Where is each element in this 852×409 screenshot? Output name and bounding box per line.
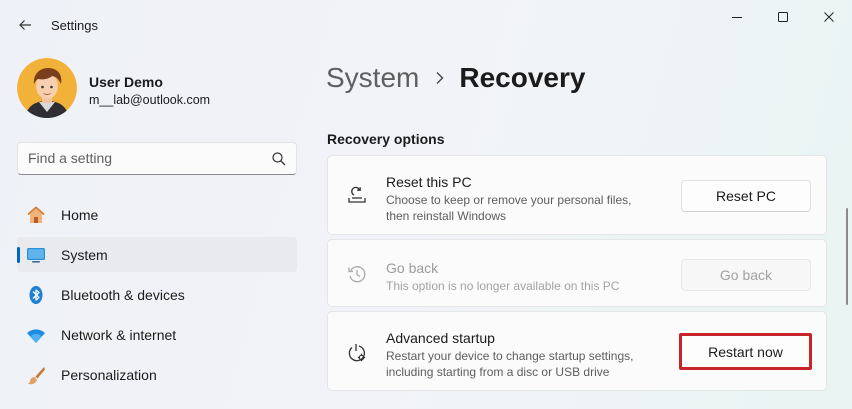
minimize-button[interactable] <box>714 0 760 34</box>
sidebar-item-label: Home <box>61 207 99 223</box>
back-arrow-icon <box>19 20 31 30</box>
restart-now-button[interactable]: Restart now <box>679 333 812 370</box>
sidebar-item-network[interactable]: Network & internet <box>17 317 297 352</box>
sidebar-item-personalization[interactable]: Personalization <box>17 357 297 392</box>
search-box[interactable] <box>17 142 297 175</box>
app-title: Settings <box>51 18 98 33</box>
advanced-startup-card: Advanced startup Restart your device to … <box>327 311 827 391</box>
breadcrumb: System Recovery <box>326 58 585 98</box>
sidebar-item-home[interactable]: Home <box>17 197 297 232</box>
bluetooth-icon <box>25 284 47 306</box>
sidebar-item-system[interactable]: System <box>17 237 297 272</box>
section-title: Recovery options <box>327 131 445 147</box>
back-button[interactable] <box>12 12 38 38</box>
reset-pc-button[interactable]: Reset PC <box>681 180 811 212</box>
search-input[interactable] <box>28 150 258 166</box>
user-avatar-icon <box>17 58 77 118</box>
breadcrumb-parent[interactable]: System <box>326 62 419 94</box>
option-description: This option is no longer available on th… <box>386 279 620 293</box>
scrollbar[interactable] <box>846 208 848 305</box>
advanced-startup-icon <box>344 340 370 366</box>
sidebar-item-bluetooth[interactable]: Bluetooth & devices <box>17 277 297 312</box>
option-title: Go back <box>386 260 439 276</box>
option-title: Advanced startup <box>386 330 495 346</box>
sidebar-item-label: Network & internet <box>61 327 177 343</box>
system-icon <box>25 244 47 266</box>
title-bar: Settings <box>0 0 852 48</box>
option-title: Reset this PC <box>386 174 472 190</box>
history-icon <box>344 261 370 287</box>
sidebar-item-label: Bluetooth & devices <box>61 287 185 303</box>
reset-pc-card: Reset this PC Choose to keep or remove y… <box>327 155 827 235</box>
search-icon[interactable] <box>271 151 287 167</box>
settings-window: Settings User Demo m__lab@outlook.com Fi… <box>0 0 852 409</box>
user-name: User Demo <box>89 74 163 90</box>
reset-pc-icon <box>344 182 370 208</box>
go-back-card: Go back This option is no longer availab… <box>327 239 827 307</box>
chevron-right-icon <box>435 71 445 85</box>
close-button[interactable] <box>806 0 852 34</box>
user-email: m__lab@outlook.com <box>89 93 211 107</box>
close-icon <box>824 12 834 22</box>
avatar[interactable] <box>17 58 77 118</box>
brush-icon <box>25 364 47 386</box>
sidebar-item-label: Personalization <box>61 367 157 383</box>
page-title: Recovery <box>459 62 586 93</box>
maximize-button[interactable] <box>760 0 806 34</box>
sidebar-item-label: System <box>61 247 108 263</box>
option-description: Restart your device to change startup se… <box>386 349 634 379</box>
wifi-icon <box>25 324 47 346</box>
home-icon <box>25 204 47 226</box>
option-description: Choose to keep or remove your personal f… <box>386 193 632 223</box>
maximize-icon <box>778 12 788 22</box>
minimize-icon <box>732 17 742 18</box>
go-back-button[interactable]: Go back <box>681 259 811 291</box>
active-indicator <box>17 247 20 263</box>
